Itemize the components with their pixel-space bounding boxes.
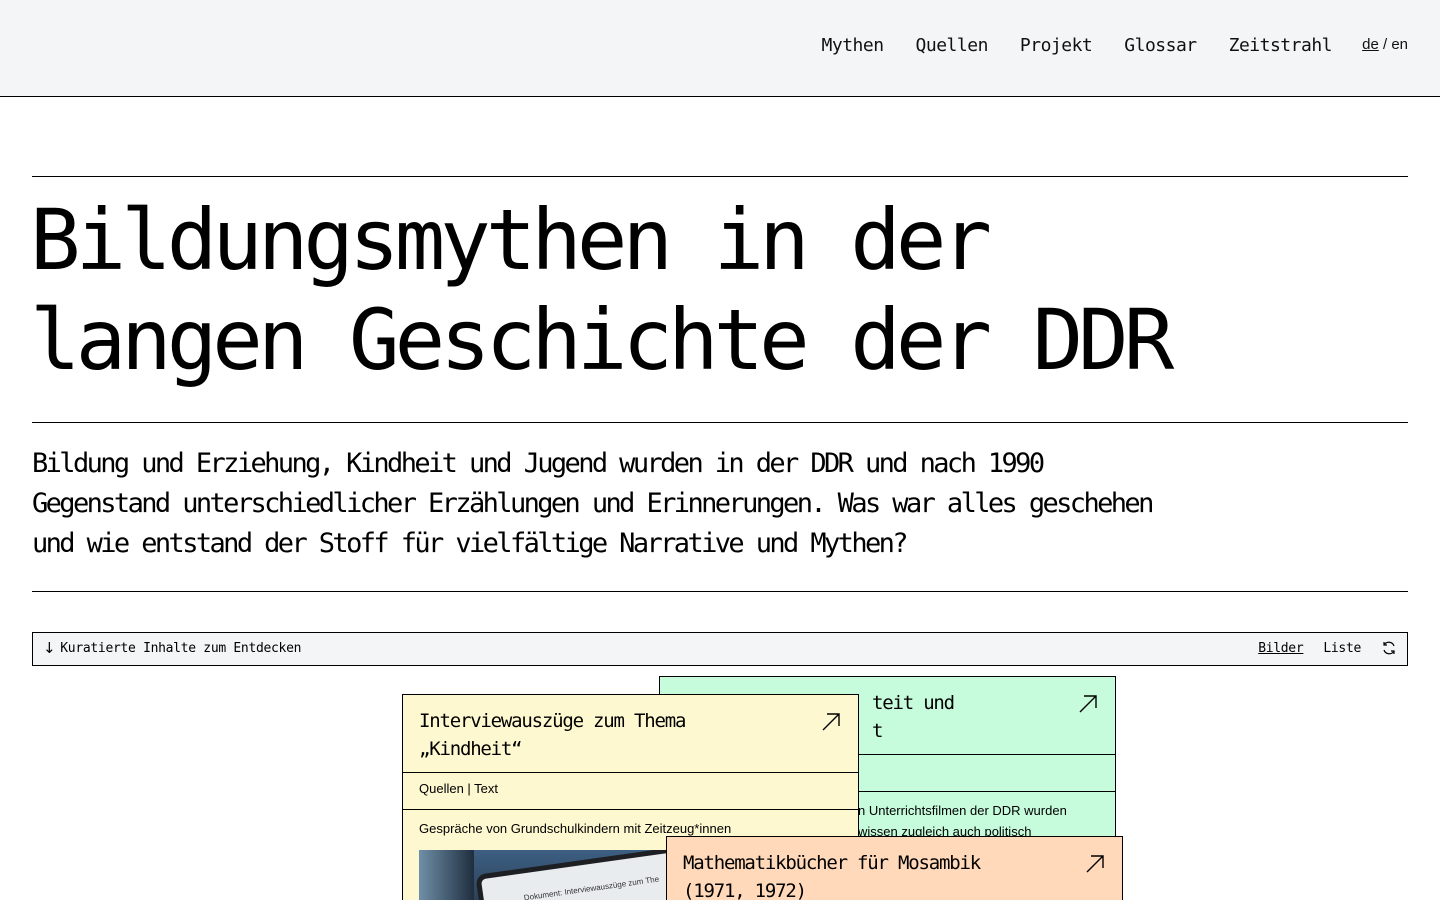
main-nav: Mythen Quellen Projekt Glossar Zeitstrah… [822, 32, 1333, 60]
divider [32, 591, 1408, 592]
card-title: Interviewauszüge zum Thema „Kindheit“ [419, 707, 808, 763]
nav-item-glossar[interactable]: Glossar [1124, 32, 1197, 60]
arrow-up-right-icon[interactable] [1084, 853, 1106, 875]
arrow-down-icon: ↓ [43, 639, 56, 657]
divider [32, 176, 1408, 177]
card-description-line: n Unterrichtsfilmen der DDR wurden [858, 803, 1067, 818]
card-title-line: (1971, 1972) [683, 880, 807, 900]
lang-en[interactable]: en [1391, 36, 1408, 53]
thumbnail-caption: Dokument: Interviewauszüge zum The [523, 874, 660, 900]
card-title-line: Mathematikbücher für Mosambik [683, 852, 981, 874]
nav-item-projekt[interactable]: Projekt [1020, 32, 1093, 60]
view-images-button[interactable]: Bilder [1258, 641, 1303, 656]
divider [32, 422, 1408, 423]
card-title-line: t [872, 720, 883, 742]
page-title-line: Bildungsmythen in der [30, 191, 992, 289]
card-title: Mathematikbücher für Mosambik (1971, 197… [683, 849, 1072, 900]
nav-item-zeitstrahl[interactable]: Zeitstrahl [1229, 32, 1333, 60]
filter-label: Kuratierte Inhalte zum Entdecken [60, 640, 302, 656]
refresh-icon[interactable] [1381, 640, 1397, 656]
card-meta: Quellen | Text [403, 773, 858, 810]
content-card[interactable]: Mathematikbücher für Mosambik (1971, 197… [666, 836, 1123, 900]
lang-separator: / [1382, 36, 1388, 53]
intro-text: Bildung und Erziehung, Kindheit und Juge… [32, 444, 1412, 564]
arrow-up-right-icon[interactable] [820, 711, 842, 733]
nav-item-mythen[interactable]: Mythen [822, 32, 885, 60]
lang-de[interactable]: de [1362, 36, 1379, 53]
view-list-button[interactable]: Liste [1323, 641, 1361, 656]
site-header: Mythen Quellen Projekt Glossar Zeitstrah… [0, 0, 1440, 97]
card-title-line: teit und [872, 692, 955, 714]
card-title-line: Interviewauszüge zum Thema [419, 710, 686, 732]
language-switch: de / en [1362, 36, 1408, 53]
page-title-line: langen Geschichte der DDR [30, 291, 1174, 389]
intro-line: Gegenstand unterschiedlicher Erzählungen… [32, 488, 1154, 519]
intro-line: und wie entstand der Stoff für vielfälti… [32, 528, 909, 559]
page-title: Bildungsmythen in der langen Geschichte … [30, 190, 1370, 390]
arrow-up-right-icon[interactable] [1077, 693, 1099, 715]
nav-item-quellen[interactable]: Quellen [916, 32, 989, 60]
intro-line: Bildung und Erziehung, Kindheit und Juge… [32, 448, 1045, 479]
content-filter-bar: ↓ Kuratierte Inhalte zum Entdecken Bilde… [32, 632, 1408, 666]
card-thumbnail: Dokument: Interviewauszüge zum The [419, 850, 679, 900]
card-title-line: „Kindheit“ [419, 738, 523, 760]
